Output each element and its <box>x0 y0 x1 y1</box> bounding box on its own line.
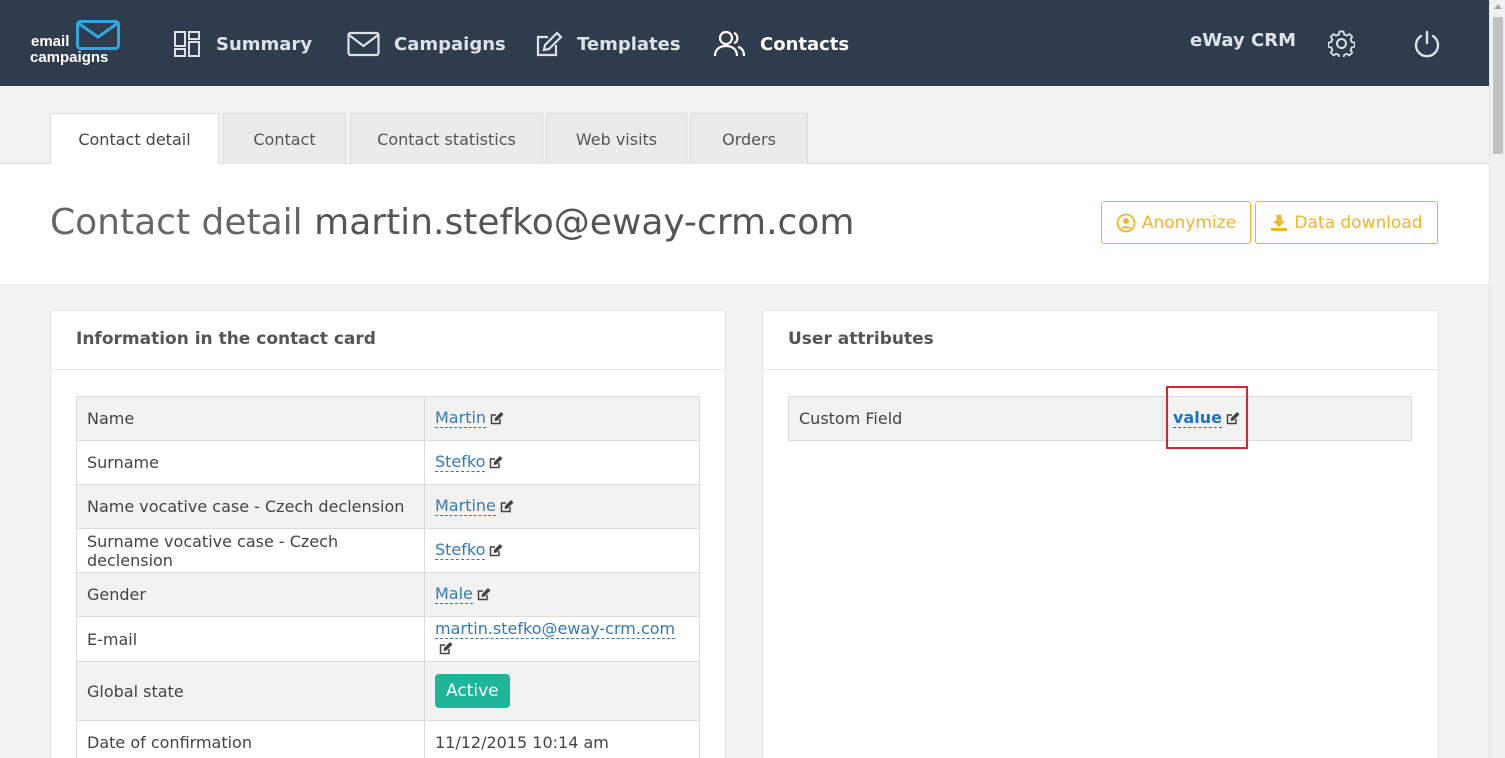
table-row: Name Martin <box>76 396 700 441</box>
logo-line1: email <box>31 33 70 50</box>
scroll-up-arrow-icon[interactable] <box>1494 4 1502 9</box>
tab-orders[interactable]: Orders <box>690 113 808 164</box>
data-download-label: Data download <box>1294 212 1423 233</box>
users-icon <box>713 30 746 57</box>
name-vocative-value-link[interactable]: Martine <box>435 496 496 516</box>
page-title: Contact detail martin.stefko@eway-crm.co… <box>50 202 854 243</box>
gender-value-link[interactable]: Male <box>435 584 473 604</box>
surname-value-link[interactable]: Stefko <box>435 452 486 472</box>
row-value: Martine <box>424 484 700 529</box>
edit-icon <box>536 30 563 56</box>
dashboard-icon <box>174 31 200 57</box>
table-row: Custom Field value <box>788 396 1412 441</box>
user-attributes-table: Custom Field value <box>788 396 1412 441</box>
edit-icon[interactable] <box>500 498 515 517</box>
anonymize-label: Anonymize <box>1141 212 1237 233</box>
gear-icon[interactable] <box>1327 30 1356 61</box>
row-label: Surname <box>76 440 425 485</box>
envelope-icon <box>347 31 380 57</box>
page-title-email: martin.stefko@eway-crm.com <box>314 202 855 243</box>
nav-campaigns-label: Campaigns <box>394 33 506 55</box>
tab-web-visits[interactable]: Web visits <box>546 113 687 164</box>
name-value-link[interactable]: Martin <box>435 408 487 428</box>
row-label: Custom Field <box>788 396 1163 441</box>
status-badge: Active <box>435 674 510 708</box>
table-row: E-mail martin.stefko@eway-crm.com <box>76 616 700 662</box>
top-navbar: email campaigns Summary Campaigns Templa… <box>0 0 1489 86</box>
user-attributes-panel: User attributes Custom Field value <box>762 310 1439 758</box>
row-value: Stefko <box>424 440 700 485</box>
eway-crm-link[interactable]: eWay CRM <box>1190 30 1296 51</box>
email-value-link[interactable]: martin.stefko@eway-crm.com <box>435 619 676 639</box>
power-icon[interactable] <box>1413 30 1441 62</box>
nav-templates[interactable]: Templates <box>536 26 681 62</box>
nav-summary-label: Summary <box>216 33 313 55</box>
page-title-prefix: Contact detail <box>50 202 303 243</box>
row-label: Name <box>76 396 425 441</box>
tab-bar: Contact detail Contact Contact statistic… <box>0 86 1489 165</box>
surname-vocative-value-link[interactable]: Stefko <box>435 540 486 560</box>
contact-info-table: Name Martin Surname Stefko Name vocative… <box>76 396 700 758</box>
edit-icon[interactable] <box>489 454 504 473</box>
nav-summary[interactable]: Summary <box>174 26 312 62</box>
row-value: Active <box>424 661 700 721</box>
highlight-box <box>1166 386 1248 449</box>
nav-contacts-label: Contacts <box>760 33 850 55</box>
row-label: Gender <box>76 572 425 617</box>
user-circle-icon <box>1116 213 1136 232</box>
table-row: Surname Stefko <box>76 440 700 485</box>
edit-icon[interactable] <box>439 640 454 659</box>
title-section: Contact detail martin.stefko@eway-crm.co… <box>0 164 1489 284</box>
data-download-button[interactable]: Data download <box>1255 201 1438 244</box>
user-attributes-heading: User attributes <box>763 311 1438 370</box>
row-value: martin.stefko@eway-crm.com <box>424 616 700 662</box>
logo-line2: campaigns <box>30 49 109 66</box>
row-label: Surname vocative case - Czech declension <box>76 528 425 573</box>
table-row: Gender Male <box>76 572 700 617</box>
row-value: Stefko <box>424 528 700 573</box>
nav-contacts[interactable]: Contacts <box>713 26 849 62</box>
table-row: Global state Active <box>76 661 700 721</box>
row-label: Date of confirmation <box>76 720 425 758</box>
logo-envelope-icon <box>76 20 120 50</box>
row-value: Martin <box>424 396 700 441</box>
scrollbar-thumb[interactable] <box>1493 17 1503 154</box>
tab-contact-detail[interactable]: Contact detail <box>50 113 219 165</box>
edit-icon[interactable] <box>489 542 504 561</box>
contact-card-heading: Information in the contact card <box>51 311 725 370</box>
row-label: E-mail <box>76 616 425 662</box>
contact-card-panel: Information in the contact card Name Mar… <box>50 310 726 758</box>
nav-templates-label: Templates <box>577 33 681 55</box>
vertical-scrollbar[interactable] <box>1489 0 1505 758</box>
email-campaigns-logo[interactable]: email campaigns <box>30 18 122 68</box>
nav-campaigns[interactable]: Campaigns <box>347 26 506 62</box>
download-icon <box>1271 214 1288 231</box>
anonymize-button[interactable]: Anonymize <box>1101 201 1251 244</box>
row-label: Global state <box>76 661 425 721</box>
row-value: Male <box>424 572 700 617</box>
row-label: Name vocative case - Czech declension <box>76 484 425 529</box>
edit-icon[interactable] <box>490 410 505 429</box>
table-row: Surname vocative case - Czech declension… <box>76 528 700 573</box>
tab-contact[interactable]: Contact <box>223 113 346 164</box>
table-row: Name vocative case - Czech declension Ma… <box>76 484 700 529</box>
table-row: Date of confirmation 11/12/2015 10:14 am <box>76 720 700 758</box>
tab-contact-statistics[interactable]: Contact statistics <box>350 113 543 164</box>
edit-icon[interactable] <box>477 586 492 605</box>
row-value: 11/12/2015 10:14 am <box>424 720 700 758</box>
